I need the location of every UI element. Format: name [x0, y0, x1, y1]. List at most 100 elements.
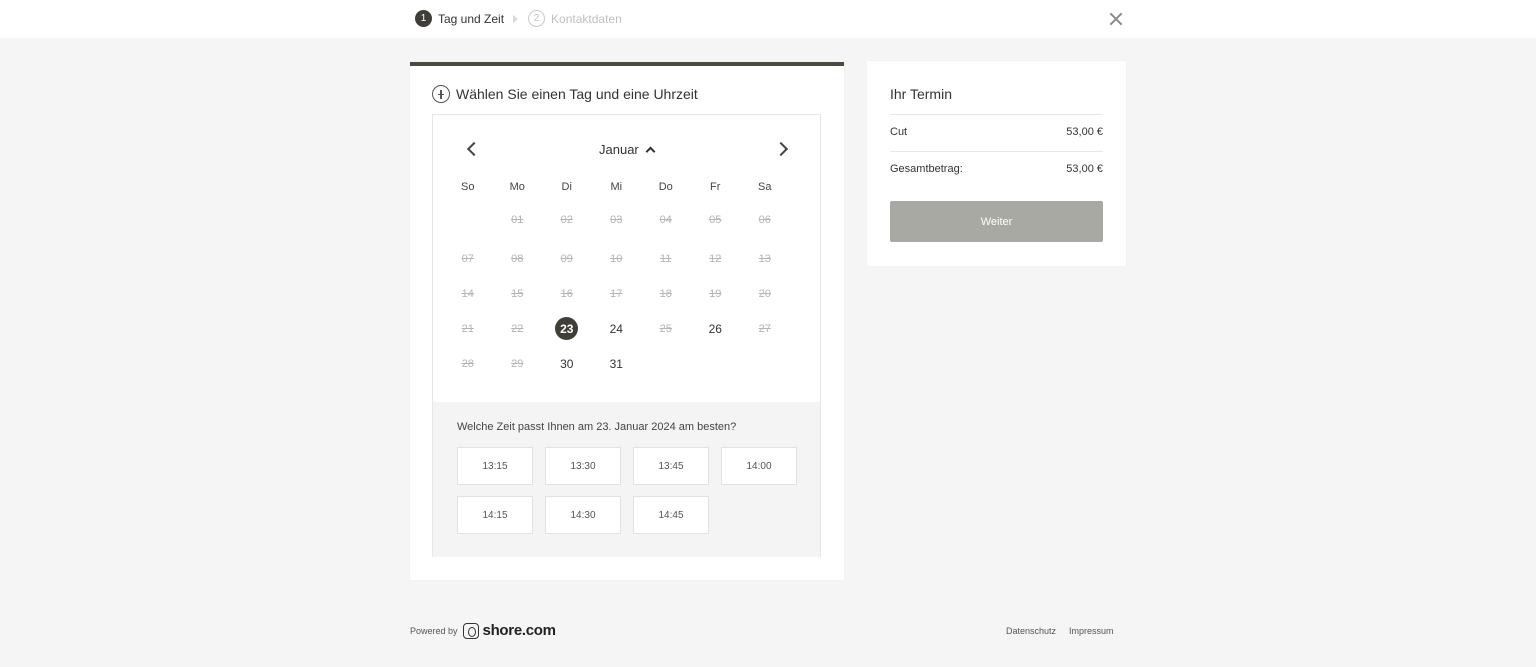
- time-slot-button[interactable]: 14:45: [633, 496, 709, 534]
- time-slot-button[interactable]: 13:30: [545, 447, 621, 485]
- day-number: 28: [461, 357, 474, 370]
- close-icon[interactable]: [1108, 11, 1124, 27]
- calendar-day-available[interactable]: 26: [691, 317, 741, 341]
- calendar-day-empty: [641, 352, 691, 376]
- service-price: 53,00 €: [1066, 126, 1103, 138]
- weekday-label: Mo: [509, 181, 525, 193]
- appointment-summary: Ihr Termin Cut 53,00 € Gesamtbetrag: 53,…: [867, 61, 1126, 266]
- weekday-label: Mi: [610, 181, 623, 193]
- total-price: 53,00 €: [1066, 163, 1103, 175]
- summary-title: Ihr Termin: [890, 86, 952, 102]
- calendar-day-disabled: 05: [691, 208, 741, 232]
- step-1-number: 1: [415, 10, 432, 27]
- calendar-day-disabled: 14: [443, 282, 493, 306]
- calendar-week-row: 14 15 16 17 18 19 20: [443, 276, 803, 311]
- calendar-day-disabled: 15: [493, 282, 543, 306]
- day-number: 18: [659, 287, 672, 300]
- chevron-up-icon: [645, 146, 656, 157]
- day-number: 04: [659, 214, 672, 226]
- calendar-week-row: 28 29 30 31: [443, 346, 803, 381]
- card-title: Wählen Sie einen Tag und eine Uhrzeit: [456, 86, 698, 102]
- calendar-day-disabled: 09: [542, 247, 592, 271]
- continue-button[interactable]: Weiter: [890, 201, 1103, 242]
- step-separator-icon: [513, 14, 519, 23]
- shore-logo-icon: [462, 622, 479, 639]
- calendar-day-empty: [443, 208, 493, 232]
- time-slot-button[interactable]: 13:45: [633, 447, 709, 485]
- day-number: 19: [709, 287, 722, 300]
- service-name: Cut: [890, 126, 908, 138]
- time-slot-button[interactable]: 14:30: [545, 496, 621, 534]
- calendar-day-available[interactable]: 30: [542, 352, 592, 376]
- day-number: 17: [610, 287, 623, 300]
- day-number: 12: [709, 252, 722, 265]
- calendar-week-row: 21 22 23 24 25 26 27: [443, 311, 803, 346]
- booking-card: Wählen Sie einen Tag und eine Uhrzeit Ja…: [410, 62, 844, 580]
- powered-by: Powered by shore.com: [410, 622, 556, 639]
- day-number: 05: [709, 214, 722, 226]
- calendar-day-disabled: 12: [691, 247, 741, 271]
- service-row: Cut 53,00 €: [890, 126, 1103, 138]
- month-selector[interactable]: Januar: [599, 142, 656, 157]
- day-number: 30: [560, 356, 574, 371]
- time-slot-button[interactable]: 14:00: [721, 447, 797, 485]
- day-number: 24: [609, 321, 623, 336]
- day-number: 02: [560, 214, 573, 226]
- time-slot-panel: Welche Zeit passt Ihnen am 23. Januar 20…: [433, 402, 820, 557]
- day-number: 06: [758, 214, 771, 226]
- calendar-day-selected[interactable]: 23: [542, 317, 592, 341]
- calendar-day-disabled: 01: [493, 208, 543, 232]
- chevron-left-icon[interactable]: [466, 141, 482, 157]
- card-header: Wählen Sie einen Tag und eine Uhrzeit: [432, 85, 698, 103]
- step-1-label: Tag und Zeit: [438, 11, 505, 26]
- calendar-day-disabled: 03: [592, 208, 642, 232]
- month-label: Januar: [599, 142, 639, 157]
- weekday-label: Di: [561, 181, 572, 193]
- calendar-week-row: 07 08 09 10 11 12 13: [443, 241, 803, 276]
- calendar-day-disabled: 21: [443, 317, 493, 341]
- day-number: 01: [511, 214, 524, 226]
- day-number: 13: [758, 252, 771, 265]
- calendar-day-disabled: 17: [592, 282, 642, 306]
- total-row: Gesamtbetrag: 53,00 €: [890, 163, 1103, 175]
- calendar: Januar So Mo Di Mi Do Fr Sa 01 02 03 04 05 06 07 08 09…: [432, 114, 821, 557]
- time-question: Welche Zeit passt Ihnen am 23. Januar 20…: [457, 421, 737, 433]
- weekday-header: So Mo Di Mi Do Fr Sa: [443, 181, 790, 193]
- day-number: 09: [560, 252, 573, 265]
- day-grid: 01 02 03 04 05 06 07 08 09 10 11 12 13 14 15 16 17 18 19 20…: [443, 206, 803, 381]
- calendar-day-disabled: 29: [493, 352, 543, 376]
- calendar-day-disabled: 04: [641, 208, 691, 232]
- weekday-label: So: [461, 181, 475, 193]
- calendar-day-disabled: 08: [493, 247, 543, 271]
- calendar-day-disabled: 16: [542, 282, 592, 306]
- day-number: 27: [758, 322, 771, 335]
- month-navigation: Januar: [433, 138, 820, 162]
- imprint-link[interactable]: Impressum: [1069, 626, 1114, 636]
- calendar-day-available[interactable]: 31: [592, 352, 642, 376]
- calendar-day-disabled: 22: [493, 317, 543, 341]
- day-number: 31: [609, 356, 623, 371]
- shore-logo[interactable]: shore.com: [483, 622, 556, 639]
- day-number: 10: [610, 252, 623, 265]
- calendar-week-row: 01 02 03 04 05 06: [443, 206, 803, 234]
- day-number: 08: [511, 252, 524, 265]
- day-number: 11: [660, 252, 672, 265]
- divider: [890, 151, 1103, 152]
- calendar-day-disabled: 28: [443, 352, 493, 376]
- day-number: 23: [555, 317, 579, 340]
- calendar-day-disabled: 06: [740, 208, 790, 232]
- privacy-link[interactable]: Datenschutz: [1006, 626, 1056, 636]
- footer-links: Datenschutz Impressum: [1006, 626, 1114, 636]
- time-slot-button[interactable]: 13:15: [457, 447, 533, 485]
- chevron-right-icon[interactable]: [773, 141, 789, 157]
- calendar-day-empty: [740, 352, 790, 376]
- step-2-number: 2: [528, 10, 546, 27]
- day-number: 21: [461, 322, 474, 335]
- calendar-day-available[interactable]: 24: [592, 317, 642, 341]
- day-number: 26: [708, 321, 722, 336]
- day-number: 29: [511, 357, 524, 370]
- calendar-day-empty: [691, 352, 741, 376]
- calendar-day-disabled: 07: [443, 247, 493, 271]
- time-slot-button[interactable]: 14:15: [457, 496, 533, 534]
- calendar-day-disabled: 10: [592, 247, 642, 271]
